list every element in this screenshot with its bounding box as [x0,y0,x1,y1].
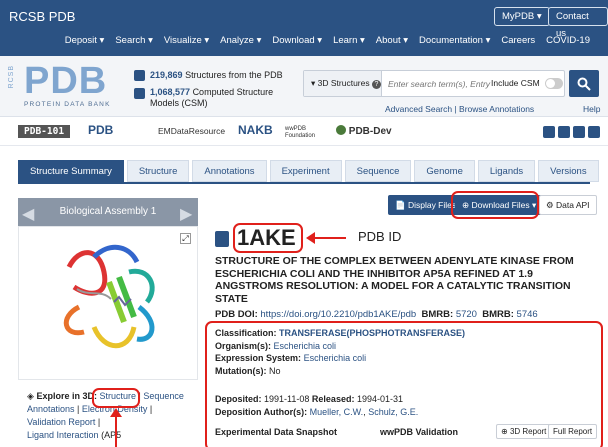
twitter-icon[interactable] [558,126,570,138]
brand-title[interactable]: RCSB PDB [9,9,75,24]
tab-annotations[interactable]: Annotations [192,160,267,182]
csm-count[interactable]: 1,068,577 [150,87,190,97]
annotation-box-structure-link [92,388,140,408]
include-csm-toggle[interactable] [545,78,563,89]
bmrb-link-1[interactable]: 5720 [456,309,477,320]
logo-subtitle: PROTEIN DATA BANK [24,101,111,108]
pdb-id-annotation: PDB ID [358,229,402,244]
annotation-box-pdb-id [233,223,303,253]
github-icon[interactable] [588,126,600,138]
partner-row: PDB-101 PDB EMDataResource NAKB wwPDB Fo… [0,118,608,146]
csm-stat: 1,068,577 Computed Structure Models (CSM… [134,87,273,109]
expand-icon[interactable]: ⤢ [180,233,191,244]
logo-pdb-text: PDB [24,60,108,102]
nav-careers[interactable]: Careers [501,35,535,46]
annotation-arrow-structure-head [110,408,122,417]
explore-ligand-interaction-link[interactable]: Ligand Interaction [27,430,99,440]
structures-stat: 219,869 Structures from the PDB [134,70,283,81]
tab-structure-summary[interactable]: Structure Summary [18,160,124,182]
nav-covid[interactable]: COVID-19 [546,35,590,46]
nakb-logo[interactable]: NAKB [238,123,273,137]
tabs-underline [18,182,590,184]
nav-download[interactable]: Download ▾ [272,35,322,46]
structure-image[interactable]: ⤢ [18,226,198,380]
explore-annotations-link[interactable]: Annotations [27,404,75,414]
help-link[interactable]: Help [583,104,600,114]
nav-about[interactable]: About ▾ [376,35,408,46]
wwpdb-foundation-logo[interactable]: wwPDB Foundation [285,126,325,140]
include-csm-label: Include CSM [491,78,540,88]
cube-icon: ◈ [27,391,34,401]
mypdb-button[interactable]: MyPDB ▾ [494,7,550,26]
emdataresource-logo[interactable]: EMDataResource [158,126,225,136]
help-icon[interactable]: ? [371,80,381,89]
explore-validation-link[interactable]: Validation Report [27,417,95,427]
annotation-box-info [205,321,603,447]
tab-experiment[interactable]: Experiment [269,160,342,182]
csm-icon [134,88,145,99]
prev-assembly-arrow[interactable]: ◀ [22,204,34,224]
search-box: ▾ 3D Structures ? Include CSM [303,70,565,97]
annotation-box-download [451,191,539,219]
explore-sequence-link[interactable]: Sequence [143,391,184,401]
search-links: Advanced Search | Browse Annotations [385,104,535,114]
annotation-arrow-head [306,232,315,244]
annotation-arrow-line [310,237,346,239]
data-api-button[interactable]: ⚙ Data API [539,195,597,215]
nav-visualize[interactable]: Visualize ▾ [164,35,209,46]
logo-rcsb-text: RCSB [8,65,15,89]
structure-tabs: Structure Summary Structure Annotations … [18,160,602,182]
nav-search[interactable]: Search ▾ [115,35,153,46]
next-assembly-arrow[interactable]: ▶ [180,204,192,224]
tab-versions[interactable]: Versions [538,160,599,182]
rcsb-pdb-logo[interactable]: RCSB PDB PROTEIN DATA BANK [6,61,126,111]
annotation-arrow-structure-line [115,414,117,447]
entry-title: STRUCTURE OF THE COMPLEX BETWEEN ADENYLA… [215,255,574,305]
facebook-icon[interactable] [543,126,555,138]
bmrb-link-2[interactable]: 5746 [517,309,538,320]
protein-ribbon-image [64,245,155,349]
nav-deposit[interactable]: Deposit ▾ [65,35,105,46]
tab-ligands[interactable]: Ligands [477,160,536,182]
nav-documentation[interactable]: Documentation ▾ [419,35,490,46]
pdb-dev-logo[interactable]: PDB-Dev [336,125,392,137]
advanced-search-link[interactable]: Advanced Search [385,104,452,114]
search-button[interactable] [569,70,599,97]
tab-sequence[interactable]: Sequence [344,160,412,182]
main-nav: Deposit ▾ Search ▾ Visualize ▾ Analyze ▾… [65,35,590,46]
nav-learn[interactable]: Learn ▾ [333,35,365,46]
search-input[interactable] [388,77,492,91]
search-category-select[interactable]: ▾ 3D Structures ? [304,71,382,96]
doi-row: PDB DOI: https://doi.org/10.2210/pdb1AKE… [215,309,538,320]
top-navbar: RCSB PDB MyPDB ▾ Contact us Deposit ▾ Se… [0,0,608,56]
tab-genome[interactable]: Genome [414,160,475,182]
youtube-icon[interactable] [573,126,585,138]
search-icon [577,77,591,91]
pdb101-logo[interactable]: PDB-101 [18,125,71,138]
tab-structure[interactable]: Structure [126,160,190,182]
wwpdb-pdbe-logo[interactable]: PDB [88,123,113,137]
contact-us-button[interactable]: Contact us [548,7,608,39]
assembly-title-bar: Biological Assembly 1 [18,198,198,226]
doi-link[interactable]: https://doi.org/10.2210/pdb1AKE/pdb [260,309,416,320]
nav-analyze[interactable]: Analyze ▾ [220,35,261,46]
browse-annotations-link[interactable]: Browse Annotations [459,104,534,114]
structures-count[interactable]: 219,869 [150,70,183,80]
structure-icon [134,70,145,81]
entry-icon [215,231,229,247]
